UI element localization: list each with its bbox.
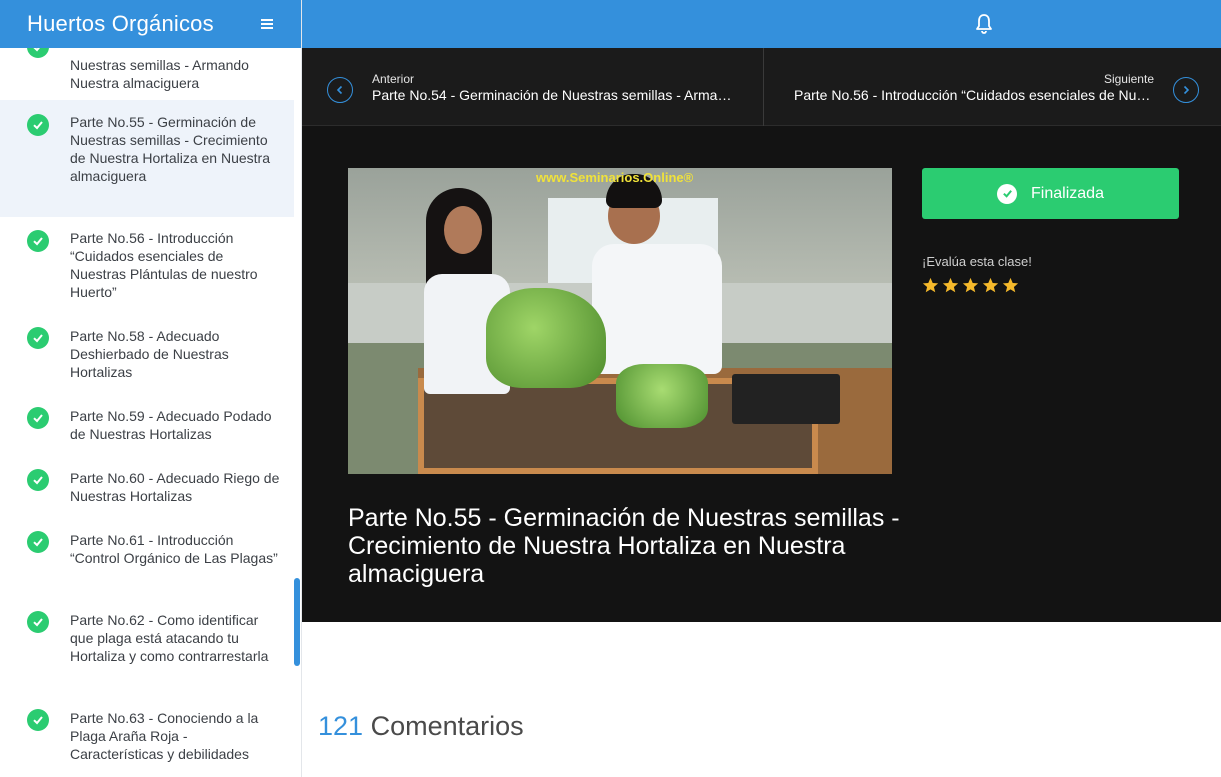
top-bar — [302, 0, 1221, 48]
lesson-label: Parte No.62 - Como identificar que plaga… — [70, 612, 269, 664]
lesson-list: Nuestras semillas - Armando Nuestra alma… — [0, 48, 301, 777]
next-lesson-link[interactable]: Siguiente Parte No.56 - Introducción “Cu… — [764, 48, 1221, 126]
video-player[interactable]: www.Seminarios.Online® — [348, 168, 892, 474]
video-seedling-tray — [616, 364, 708, 428]
lesson-navigation: Anterior Parte No.54 - Germinación de Nu… — [302, 48, 1221, 126]
comments-heading: 121 Comentarios — [318, 711, 524, 742]
check-circle-icon — [27, 327, 49, 349]
lesson-label: Parte No.56 - Introducción “Cuidados ese… — [70, 230, 258, 300]
comments-label: Comentarios — [370, 711, 524, 741]
check-circle-icon — [27, 611, 49, 633]
check-circle-icon — [27, 469, 49, 491]
video-lettuce-tray — [486, 288, 606, 388]
lesson-item[interactable]: Parte No.58 - Adecuado Deshierbado de Nu… — [0, 314, 294, 394]
lesson-item[interactable]: Parte No.60 - Adecuado Riego de Nuestras… — [0, 456, 294, 518]
course-sidebar: Huertos Orgánicos Nuestras semillas - Ar… — [0, 0, 302, 777]
star-icon[interactable] — [942, 277, 959, 294]
course-title: Huertos Orgánicos — [27, 11, 214, 36]
check-circle-icon — [27, 531, 49, 553]
video-empty-tray — [732, 374, 840, 424]
comments-count: 121 — [318, 711, 364, 741]
lesson-label: Parte No.61 - Introducción “Control Orgá… — [70, 532, 278, 566]
lesson-item[interactable]: Parte No.62 - Como identificar que plaga… — [0, 598, 294, 696]
lesson-item[interactable]: Parte No.59 - Adecuado Podado de Nuestra… — [0, 394, 294, 456]
lesson-title: Parte No.55 - Germinación de Nuestras se… — [348, 504, 900, 588]
check-circle-icon — [27, 407, 49, 429]
lesson-label: Parte No.59 - Adecuado Podado de Nuestra… — [70, 408, 272, 442]
hamburger-menu-icon[interactable] — [261, 18, 275, 30]
lesson-item-active[interactable]: Parte No.55 - Germinación de Nuestras se… — [0, 100, 294, 217]
sidebar-header: Huertos Orgánicos — [0, 0, 301, 48]
completed-label: Finalizada — [1031, 184, 1104, 202]
previous-lesson-link[interactable]: Anterior Parte No.54 - Germinación de Nu… — [302, 48, 764, 126]
completed-button[interactable]: Finalizada — [922, 168, 1179, 219]
check-circle-icon — [27, 114, 49, 136]
bell-icon[interactable] — [975, 13, 993, 35]
check-circle-icon — [27, 709, 49, 731]
next-label: Siguiente — [1103, 72, 1154, 86]
sidebar-scrollbar[interactable] — [294, 578, 300, 666]
lesson-item[interactable]: Parte No.56 - Introducción “Cuidados ese… — [0, 217, 294, 313]
chevron-left-icon[interactable] — [327, 77, 353, 103]
next-lesson-title: Parte No.56 - Introducción “Cuidados ese… — [794, 87, 1154, 103]
check-circle-icon — [997, 183, 1018, 204]
lesson-item[interactable]: Parte No.63 - Conociendo a la Plaga Arañ… — [0, 696, 294, 776]
lesson-label: Parte No.55 - Germinación de Nuestras se… — [70, 114, 270, 184]
star-icon[interactable] — [982, 277, 999, 294]
lesson-label: Parte No.58 - Adecuado Deshierbado de Nu… — [70, 328, 229, 380]
video-watermark: www.Seminarios.Online® — [536, 170, 694, 185]
star-icon[interactable] — [1002, 277, 1019, 294]
star-icon[interactable] — [962, 277, 979, 294]
check-circle-icon — [27, 48, 49, 58]
lesson-panel: www.Seminarios.Online® Finalizada ¡Evalú… — [302, 126, 1221, 622]
lesson-label: Parte No.63 - Conociendo a la Plaga Arañ… — [70, 710, 259, 762]
check-circle-icon — [27, 230, 49, 252]
lesson-label: Parte No.60 - Adecuado Riego de Nuestras… — [70, 470, 280, 504]
lesson-label: Nuestras semillas - Armando Nuestra alma… — [70, 57, 249, 91]
rate-lesson-label: ¡Evalúa esta clase! — [922, 254, 1032, 269]
previous-label: Anterior — [372, 72, 415, 86]
chevron-right-icon[interactable] — [1173, 77, 1199, 103]
lesson-item[interactable]: Nuestras semillas - Armando Nuestra alma… — [0, 48, 294, 100]
lesson-item[interactable]: Parte No.61 - Introducción “Control Orgá… — [0, 518, 294, 598]
star-icon[interactable] — [922, 277, 939, 294]
rating-stars — [922, 277, 1019, 294]
previous-lesson-title: Parte No.54 - Germinación de Nuestras se… — [372, 87, 732, 103]
